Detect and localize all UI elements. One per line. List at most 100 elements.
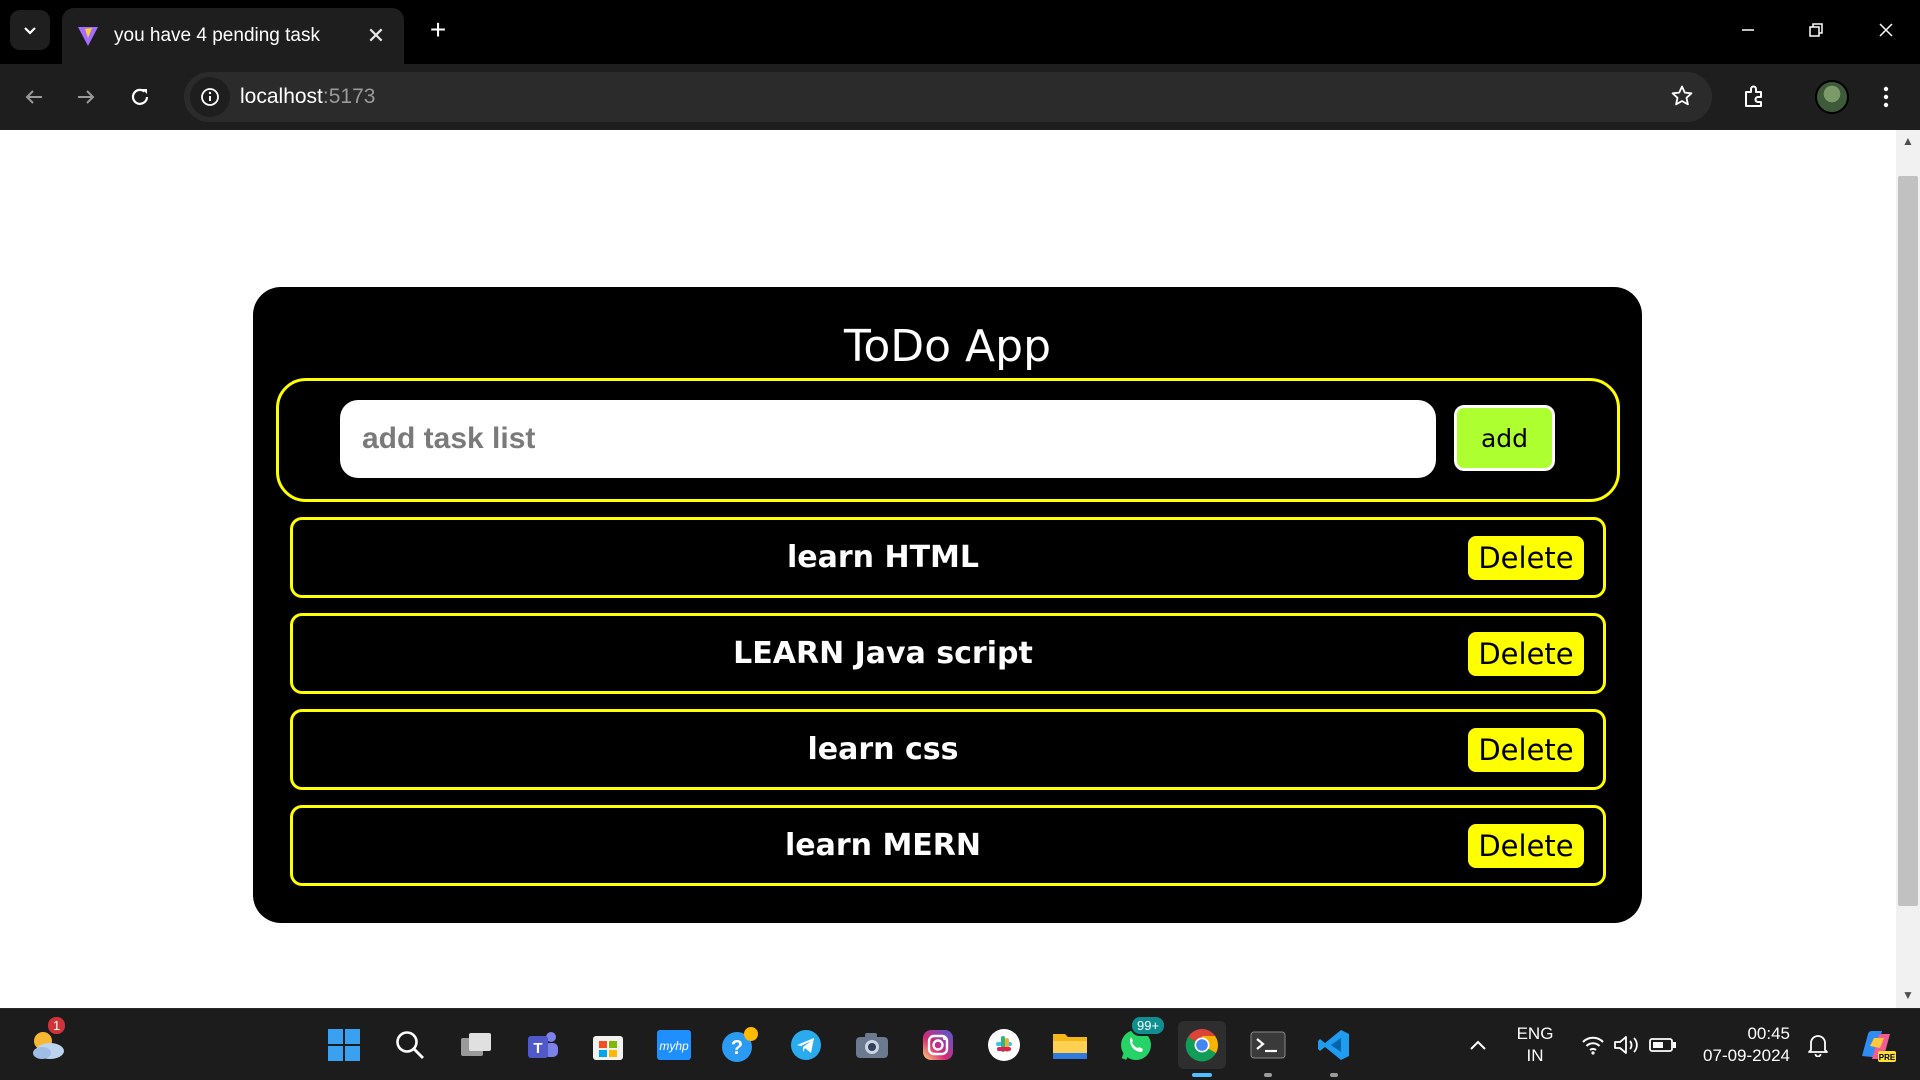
show-hidden-icons-button[interactable] — [1454, 1021, 1502, 1069]
reload-icon — [131, 88, 149, 105]
arrow-right-icon — [78, 90, 95, 104]
tab-title: you have 4 pending task — [114, 25, 320, 46]
chrome-button[interactable] — [1178, 1021, 1226, 1077]
telegram-icon — [791, 1030, 821, 1060]
scroll-down-icon[interactable]: ▼ — [1900, 988, 1916, 1004]
forward-button[interactable] — [64, 75, 108, 119]
extensions-button[interactable] — [1732, 75, 1776, 119]
clock-time: 00:45 — [1747, 1024, 1790, 1043]
notifications-button[interactable] — [1796, 1021, 1840, 1069]
vite-favicon-icon — [78, 27, 98, 46]
start-button[interactable] — [320, 1021, 368, 1069]
restore-button[interactable] — [1782, 0, 1850, 60]
terminal-icon — [1250, 1031, 1286, 1059]
delete-button[interactable]: Delete — [1468, 824, 1584, 868]
task-text: learn MERN — [784, 828, 982, 863]
delete-button[interactable]: Delete — [1468, 728, 1584, 772]
vscode-button[interactable] — [1310, 1021, 1358, 1077]
camera-button[interactable] — [848, 1021, 896, 1069]
scroll-thumb[interactable] — [1898, 176, 1918, 906]
avatar — [1815, 80, 1849, 114]
minimize-icon — [1742, 29, 1754, 31]
close-icon — [1879, 23, 1893, 37]
task-text: learn css — [807, 732, 959, 767]
clock[interactable]: 00:45 07-09-2024 — [1694, 1023, 1790, 1067]
battery-icon — [1649, 1038, 1676, 1052]
whatsapp-badge: 99+ — [1130, 1015, 1167, 1036]
add-button[interactable]: add — [1452, 403, 1557, 473]
task-text: LEARN Java script — [733, 636, 1033, 671]
task-view-icon — [461, 1033, 491, 1056]
tab-search-button[interactable] — [10, 10, 50, 50]
running-app-indicator — [1264, 1073, 1272, 1077]
bell-icon — [1808, 1035, 1828, 1057]
reload-button[interactable] — [118, 75, 162, 119]
myhp-icon: myhp — [657, 1030, 691, 1060]
instagram-button[interactable] — [914, 1021, 962, 1069]
quick-settings-button[interactable] — [1574, 1021, 1684, 1069]
slack-button[interactable] — [980, 1021, 1028, 1069]
copilot-button[interactable]: PRE — [1850, 1021, 1902, 1069]
browser-toolbar: localhost:5173 — [0, 64, 1920, 130]
arrow-left-icon — [25, 90, 42, 104]
bookmark-star-icon[interactable] — [1670, 84, 1694, 113]
app-title: ToDo App — [843, 321, 1052, 372]
telegram-button[interactable] — [782, 1021, 830, 1069]
minimize-button[interactable] — [1714, 0, 1782, 60]
back-button[interactable] — [12, 75, 56, 119]
new-tab-button[interactable]: + — [420, 12, 456, 48]
browser-tab[interactable]: you have 4 pending task ✕ — [62, 8, 404, 64]
address-bar[interactable]: localhost:5173 — [184, 72, 1712, 122]
scroll-up-icon[interactable]: ▲ — [1900, 134, 1916, 150]
clock-date: 07-09-2024 — [1703, 1046, 1790, 1065]
browser-menu-button[interactable] — [1864, 75, 1908, 119]
help-icon: ? — [722, 1027, 758, 1062]
myhp-button[interactable]: myhp — [650, 1021, 698, 1069]
copilot-icon: PRE — [1862, 1030, 1896, 1062]
delete-button[interactable]: Delete — [1468, 536, 1584, 580]
whatsapp-button[interactable]: 99+ — [1112, 1015, 1167, 1069]
get-help-button[interactable]: ? — [716, 1021, 764, 1069]
instagram-icon — [923, 1030, 953, 1060]
wifi-icon — [1582, 1036, 1604, 1055]
weather-widget[interactable]: 1 — [24, 1015, 72, 1069]
restore-icon — [1809, 23, 1823, 37]
language-code: ENG — [1516, 1024, 1554, 1043]
teams-icon: T — [528, 1032, 558, 1058]
task-item: learn MERN Delete — [290, 805, 1606, 886]
task-input[interactable] — [340, 400, 1436, 478]
vscode-icon — [1318, 1030, 1349, 1060]
store-button[interactable] — [584, 1021, 632, 1069]
slack-icon — [988, 1029, 1020, 1061]
delete-button[interactable]: Delete — [1468, 632, 1584, 676]
chevron-up-icon — [1470, 1040, 1486, 1050]
active-app-indicator — [1192, 1073, 1212, 1077]
todo-card: ToDo App add learn HTML Delete LEARN Jav… — [253, 287, 1642, 923]
task-item: learn css Delete — [290, 709, 1606, 790]
region-code: IN — [1526, 1046, 1544, 1065]
task-input-row: add — [276, 378, 1620, 502]
profile-button[interactable] — [1810, 75, 1854, 119]
more-vertical-icon — [1883, 86, 1889, 108]
task-list: learn HTML Delete LEARN Java script Dele… — [290, 517, 1606, 901]
task-item: LEARN Java script Delete — [290, 613, 1606, 694]
task-text: learn HTML — [786, 540, 979, 575]
language-indicator[interactable]: ENG IN — [1510, 1023, 1560, 1067]
file-explorer-icon — [1053, 1034, 1087, 1059]
browser-titlebar: you have 4 pending task ✕ + — [0, 0, 1920, 64]
task-view-button[interactable] — [452, 1021, 500, 1069]
svg-text:T: T — [533, 1040, 542, 1057]
taskbar: 1 T myhp ? 99+ ENG IN 00:45 07-09-2024 P… — [0, 1008, 1920, 1080]
volume-icon — [1614, 1036, 1638, 1054]
svg-text:myhp: myhp — [659, 1039, 689, 1053]
chrome-icon — [1185, 1029, 1218, 1062]
teams-button[interactable]: T — [518, 1021, 566, 1069]
taskbar-search-button[interactable] — [386, 1021, 434, 1069]
file-explorer-button[interactable] — [1046, 1021, 1094, 1069]
close-tab-icon[interactable]: ✕ — [362, 23, 390, 49]
close-window-button[interactable] — [1852, 0, 1920, 60]
url-host: localhost — [240, 85, 323, 108]
store-icon — [593, 1036, 623, 1060]
site-info-button[interactable] — [190, 77, 230, 117]
terminal-button[interactable] — [1244, 1021, 1292, 1077]
